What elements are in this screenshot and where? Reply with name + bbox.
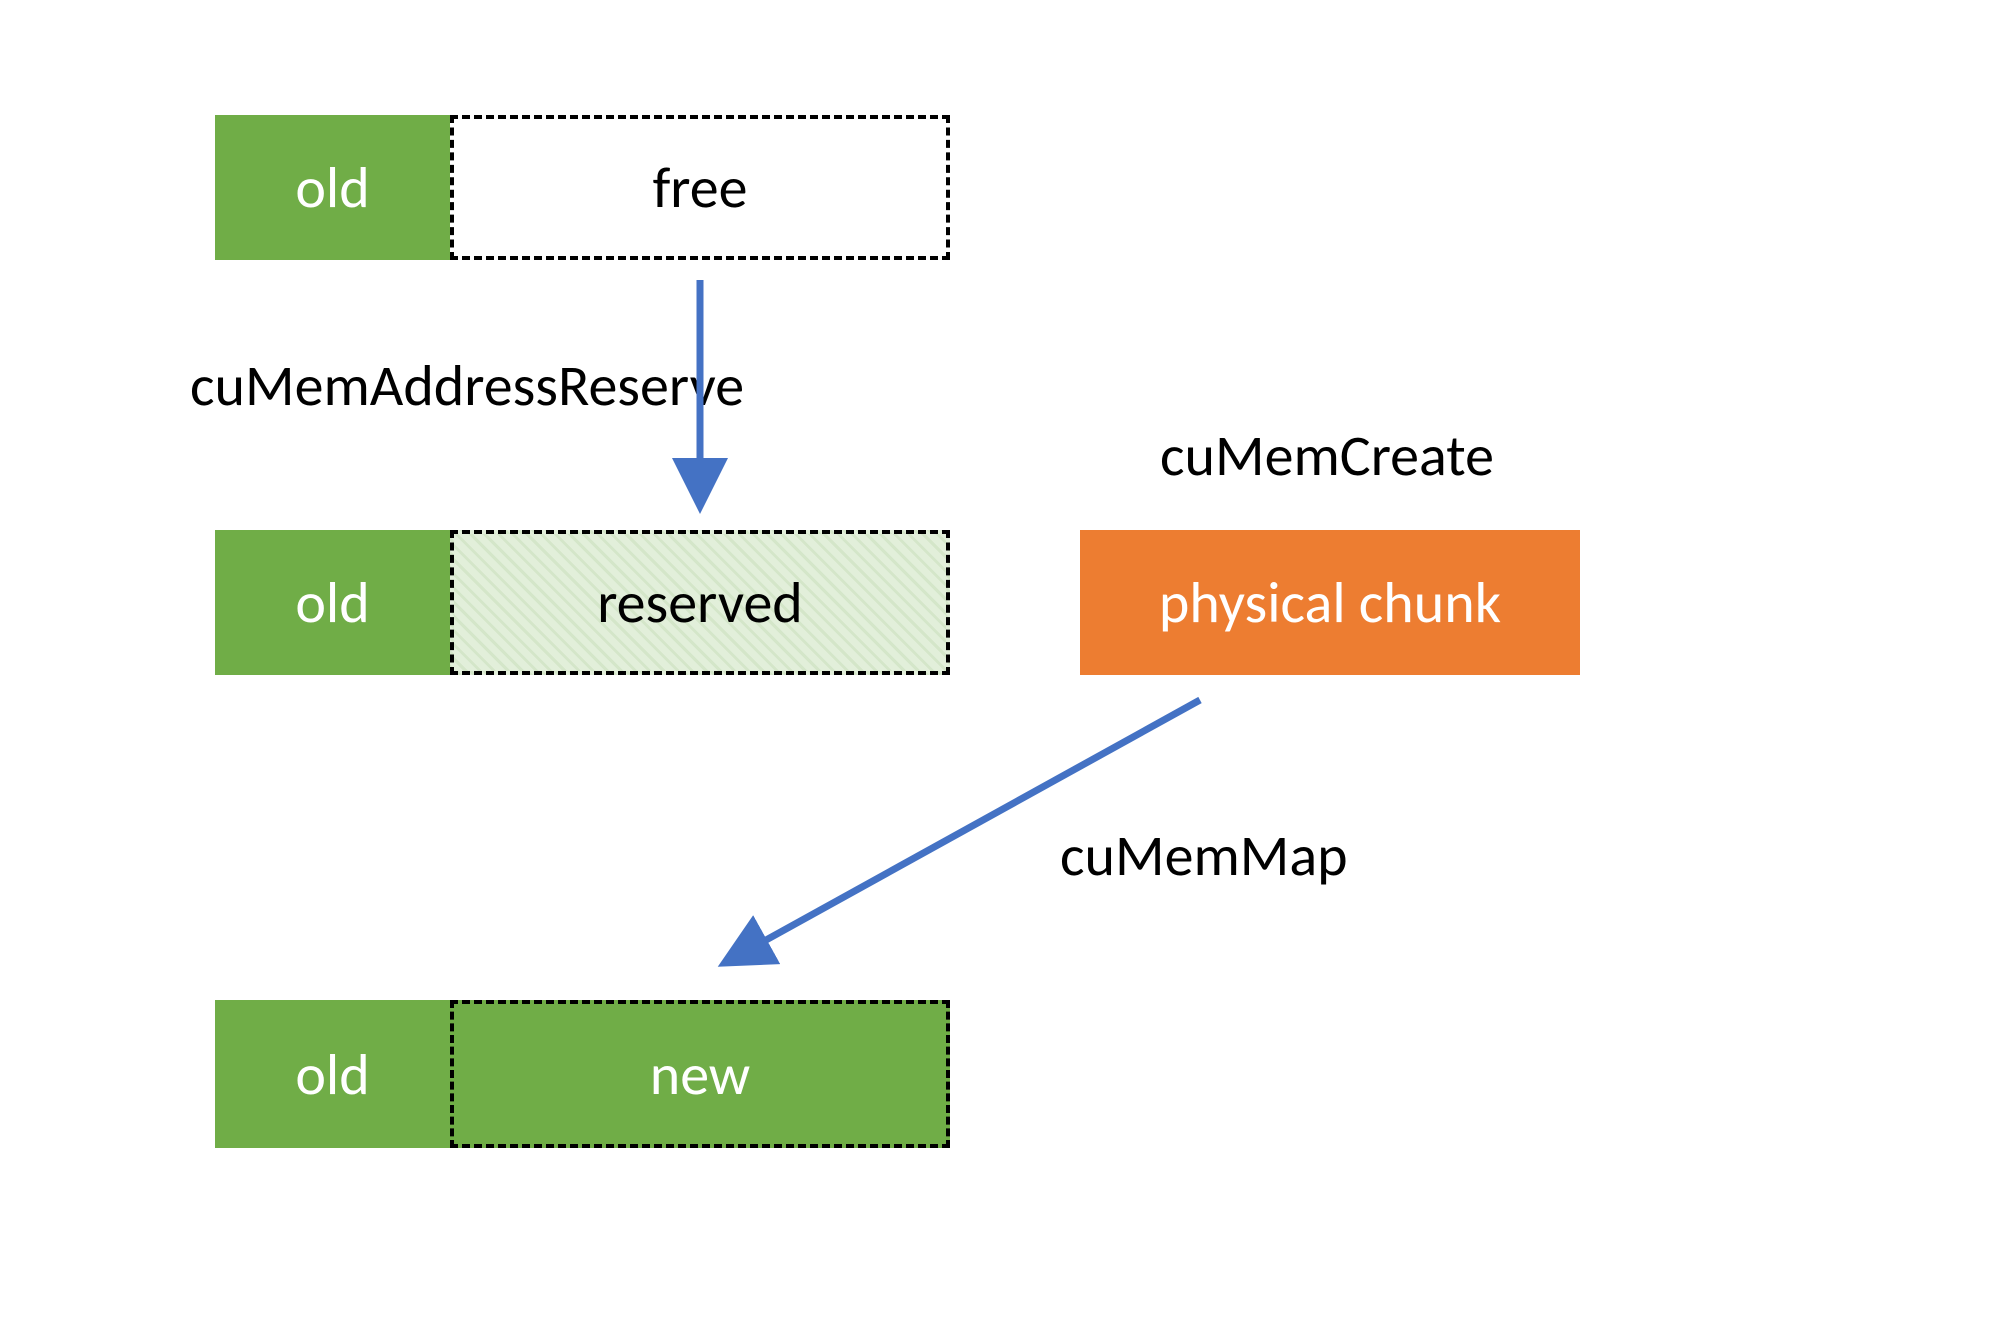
row3-old-label: old	[295, 1039, 369, 1110]
diagram-canvas: old free cuMemAddressReserve old reserve…	[0, 0, 1999, 1335]
row3-new-box: new	[450, 1000, 950, 1148]
row3-old-box: old	[215, 1000, 450, 1148]
row3-new-label: new	[650, 1039, 751, 1110]
